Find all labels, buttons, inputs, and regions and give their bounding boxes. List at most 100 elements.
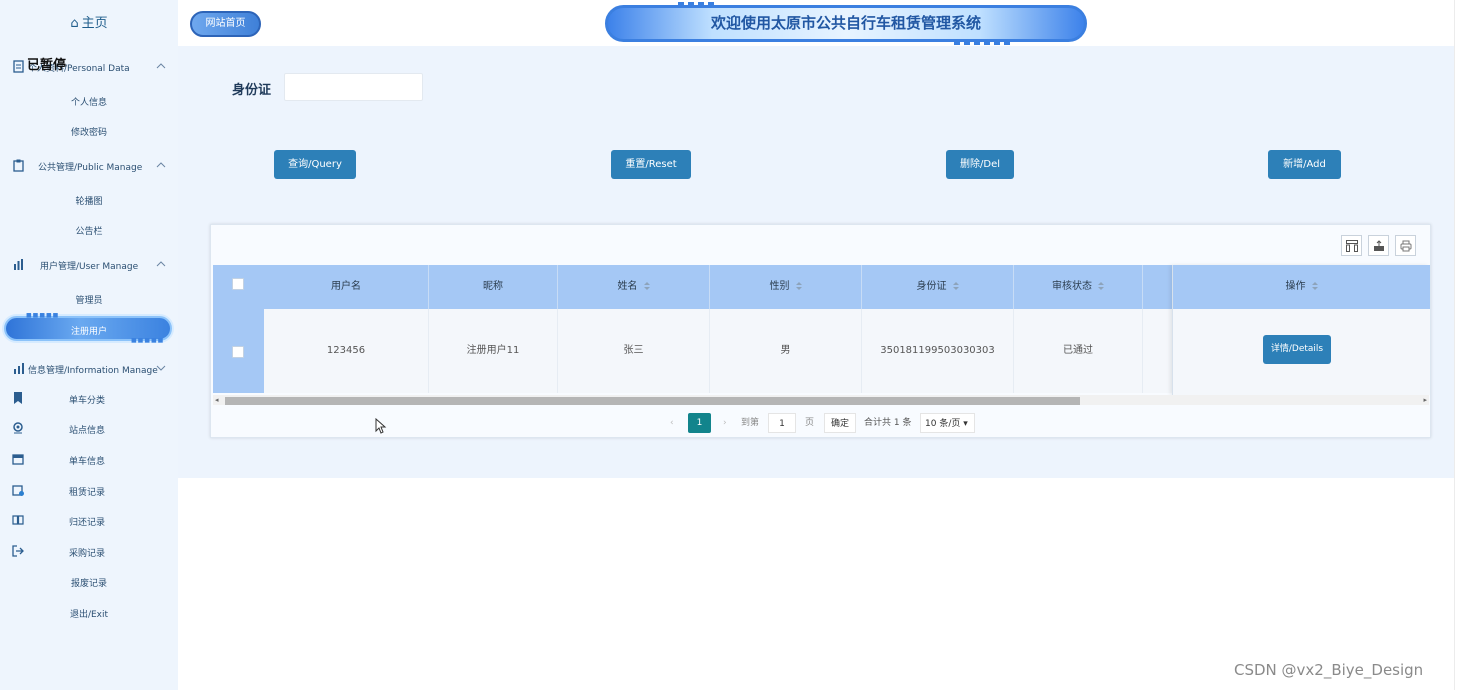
- nav-group-label: 用户管理/User Manage: [40, 262, 139, 272]
- cell-id-card: 350181199503030303: [862, 309, 1014, 393]
- scroll-right-icon[interactable]: ▸: [1423, 396, 1427, 404]
- col-label: 用户名: [331, 281, 361, 292]
- checkbox-column: [213, 265, 264, 393]
- export-icon: [1374, 240, 1384, 251]
- next-page-icon[interactable]: ›: [723, 413, 727, 433]
- sidebar-home[interactable]: ⌂ 主页: [0, 12, 178, 31]
- decor-dots: ■■■■■: [131, 337, 165, 344]
- chart-icon: [14, 363, 24, 374]
- operation-column: 操作 详情/Details: [1172, 265, 1430, 395]
- columns-filter-button[interactable]: [1341, 235, 1362, 256]
- col-label: 昵称: [483, 281, 503, 292]
- col-operation[interactable]: 操作: [1173, 265, 1430, 309]
- sort-icon[interactable]: [643, 282, 650, 290]
- sidebar-item-carousel[interactable]: 轮播图: [0, 194, 178, 207]
- col-nickname[interactable]: 昵称: [429, 265, 558, 309]
- nav-group-label: 公共管理/Public Manage: [38, 163, 143, 173]
- home-label: 主页: [81, 16, 108, 31]
- sort-icon[interactable]: [795, 282, 802, 290]
- id-card-input[interactable]: [284, 73, 423, 101]
- sidebar-item-admin[interactable]: 管理员: [0, 293, 178, 306]
- sidebar-item-label: 单车信息: [69, 457, 106, 467]
- col-status[interactable]: 审核状态: [1014, 265, 1143, 309]
- site-home-button[interactable]: 网站首页: [190, 11, 261, 37]
- col-name[interactable]: 姓名: [558, 265, 710, 309]
- bookmark-icon: [14, 392, 22, 404]
- col-spacer: [1143, 265, 1172, 309]
- sidebar-item-registered-users[interactable]: 注册用户: [0, 324, 178, 337]
- table-row[interactable]: 123456 注册用户11 张三 男 350181199503030303 已通…: [264, 309, 1172, 393]
- calendar-icon: [12, 454, 24, 465]
- chevron-up-icon: [156, 63, 166, 69]
- sidebar-item-personal-info[interactable]: 个人信息: [0, 95, 178, 108]
- sidebar-item-label: 归还记录: [69, 518, 106, 528]
- scrollbar-thumb[interactable]: [225, 397, 1080, 405]
- goto-confirm-button[interactable]: 确定: [824, 413, 856, 433]
- page-size-value: 10 条/页: [925, 419, 961, 429]
- nav-group-information[interactable]: 信息管理/Information Manage: [0, 358, 178, 380]
- clipboard-icon: [13, 159, 24, 172]
- users-icon: [14, 259, 23, 270]
- mouse-cursor-icon: [375, 418, 387, 434]
- sidebar-item-label: 采购记录: [69, 549, 106, 559]
- goto-page-input[interactable]: 1: [768, 413, 796, 433]
- nav-group-label: 信息管理/Information Manage: [28, 366, 158, 376]
- scroll-left-icon[interactable]: ◂: [215, 396, 219, 404]
- top-header: 网站首页 欢迎使用太原市公共自行车租赁管理系统: [178, 0, 1454, 46]
- decor-bar: [954, 41, 1014, 45]
- total-count: 合计共 1 条: [864, 418, 912, 428]
- cell-nickname: 注册用户11: [429, 309, 558, 393]
- sidebar-item-label: 站点信息: [69, 426, 106, 436]
- location-icon: [13, 422, 23, 434]
- columns-icon: [1346, 240, 1358, 252]
- chevron-up-icon: [156, 162, 166, 168]
- logout-arrow-icon: [12, 545, 24, 557]
- page-current[interactable]: 1: [688, 413, 711, 433]
- print-icon: [1400, 240, 1412, 252]
- book-icon: [12, 515, 24, 525]
- paused-overlay-label: 已暂停: [27, 58, 67, 73]
- decor-bar: [678, 2, 718, 6]
- cell-status: 已通过: [1014, 309, 1143, 393]
- reset-button[interactable]: 重置/Reset: [611, 150, 691, 179]
- select-all-checkbox[interactable]: [232, 278, 244, 290]
- app-root: ⌂ 主页 个人资料/Personal Data 已暂停 个人信息 修改密码 公共管…: [0, 0, 1466, 690]
- data-table-panel: 用户名 昵称 姓名 性别 身份证 审核状态 123456 注册用户11 张三 男…: [210, 224, 1431, 438]
- goto-label: 到第: [741, 418, 760, 428]
- cell-gender: 男: [710, 309, 862, 393]
- print-button[interactable]: [1395, 235, 1416, 256]
- delete-button[interactable]: 删除/Del: [946, 150, 1014, 179]
- row-checkbox[interactable]: [232, 346, 244, 358]
- calendar-check-icon: [12, 485, 24, 496]
- horizontal-scrollbar[interactable]: ◂ ▸: [213, 395, 1429, 405]
- pagination: ‹ 1 › 到第 1 页 确定 合计共 1 条 10 条/页 ▾: [211, 413, 1432, 433]
- col-id-card[interactable]: 身份证: [862, 265, 1014, 309]
- nav-group-public[interactable]: 公共管理/Public Manage: [0, 155, 178, 177]
- add-button[interactable]: 新增/Add: [1268, 150, 1341, 179]
- decor-dots: ■■■■■: [26, 312, 60, 319]
- sort-icon[interactable]: [1098, 282, 1104, 290]
- nav-group-user[interactable]: 用户管理/User Manage: [0, 254, 178, 276]
- query-button[interactable]: 查询/Query: [274, 150, 356, 179]
- col-gender[interactable]: 性别: [710, 265, 862, 309]
- col-label: 审核状态: [1052, 281, 1092, 292]
- col-username[interactable]: 用户名: [264, 265, 429, 309]
- chevron-down-icon: [156, 365, 166, 371]
- details-button[interactable]: 详情/Details: [1263, 335, 1331, 364]
- col-label: 操作: [1285, 281, 1306, 292]
- sidebar-item-exit[interactable]: 退出/Exit: [0, 607, 178, 620]
- sort-icon[interactable]: [952, 282, 959, 290]
- document-icon: [13, 60, 24, 73]
- sidebar-item-label: 租赁记录: [69, 488, 106, 498]
- page-size-select[interactable]: 10 条/页 ▾: [920, 413, 975, 433]
- page-scrollbar[interactable]: [1454, 0, 1466, 690]
- sidebar-item-scrap-records[interactable]: 报废记录: [0, 576, 178, 589]
- sidebar-item-change-password[interactable]: 修改密码: [0, 125, 178, 138]
- export-button[interactable]: [1368, 235, 1389, 256]
- col-label: 身份证: [916, 281, 947, 292]
- prev-page-icon[interactable]: ‹: [670, 413, 674, 433]
- watermark: CSDN @vx2_Biye_Design: [1234, 661, 1424, 679]
- sidebar-item-notice[interactable]: 公告栏: [0, 224, 178, 237]
- table-header: 用户名 昵称 姓名 性别 身份证 审核状态: [264, 265, 1172, 309]
- sort-icon[interactable]: [1311, 282, 1318, 290]
